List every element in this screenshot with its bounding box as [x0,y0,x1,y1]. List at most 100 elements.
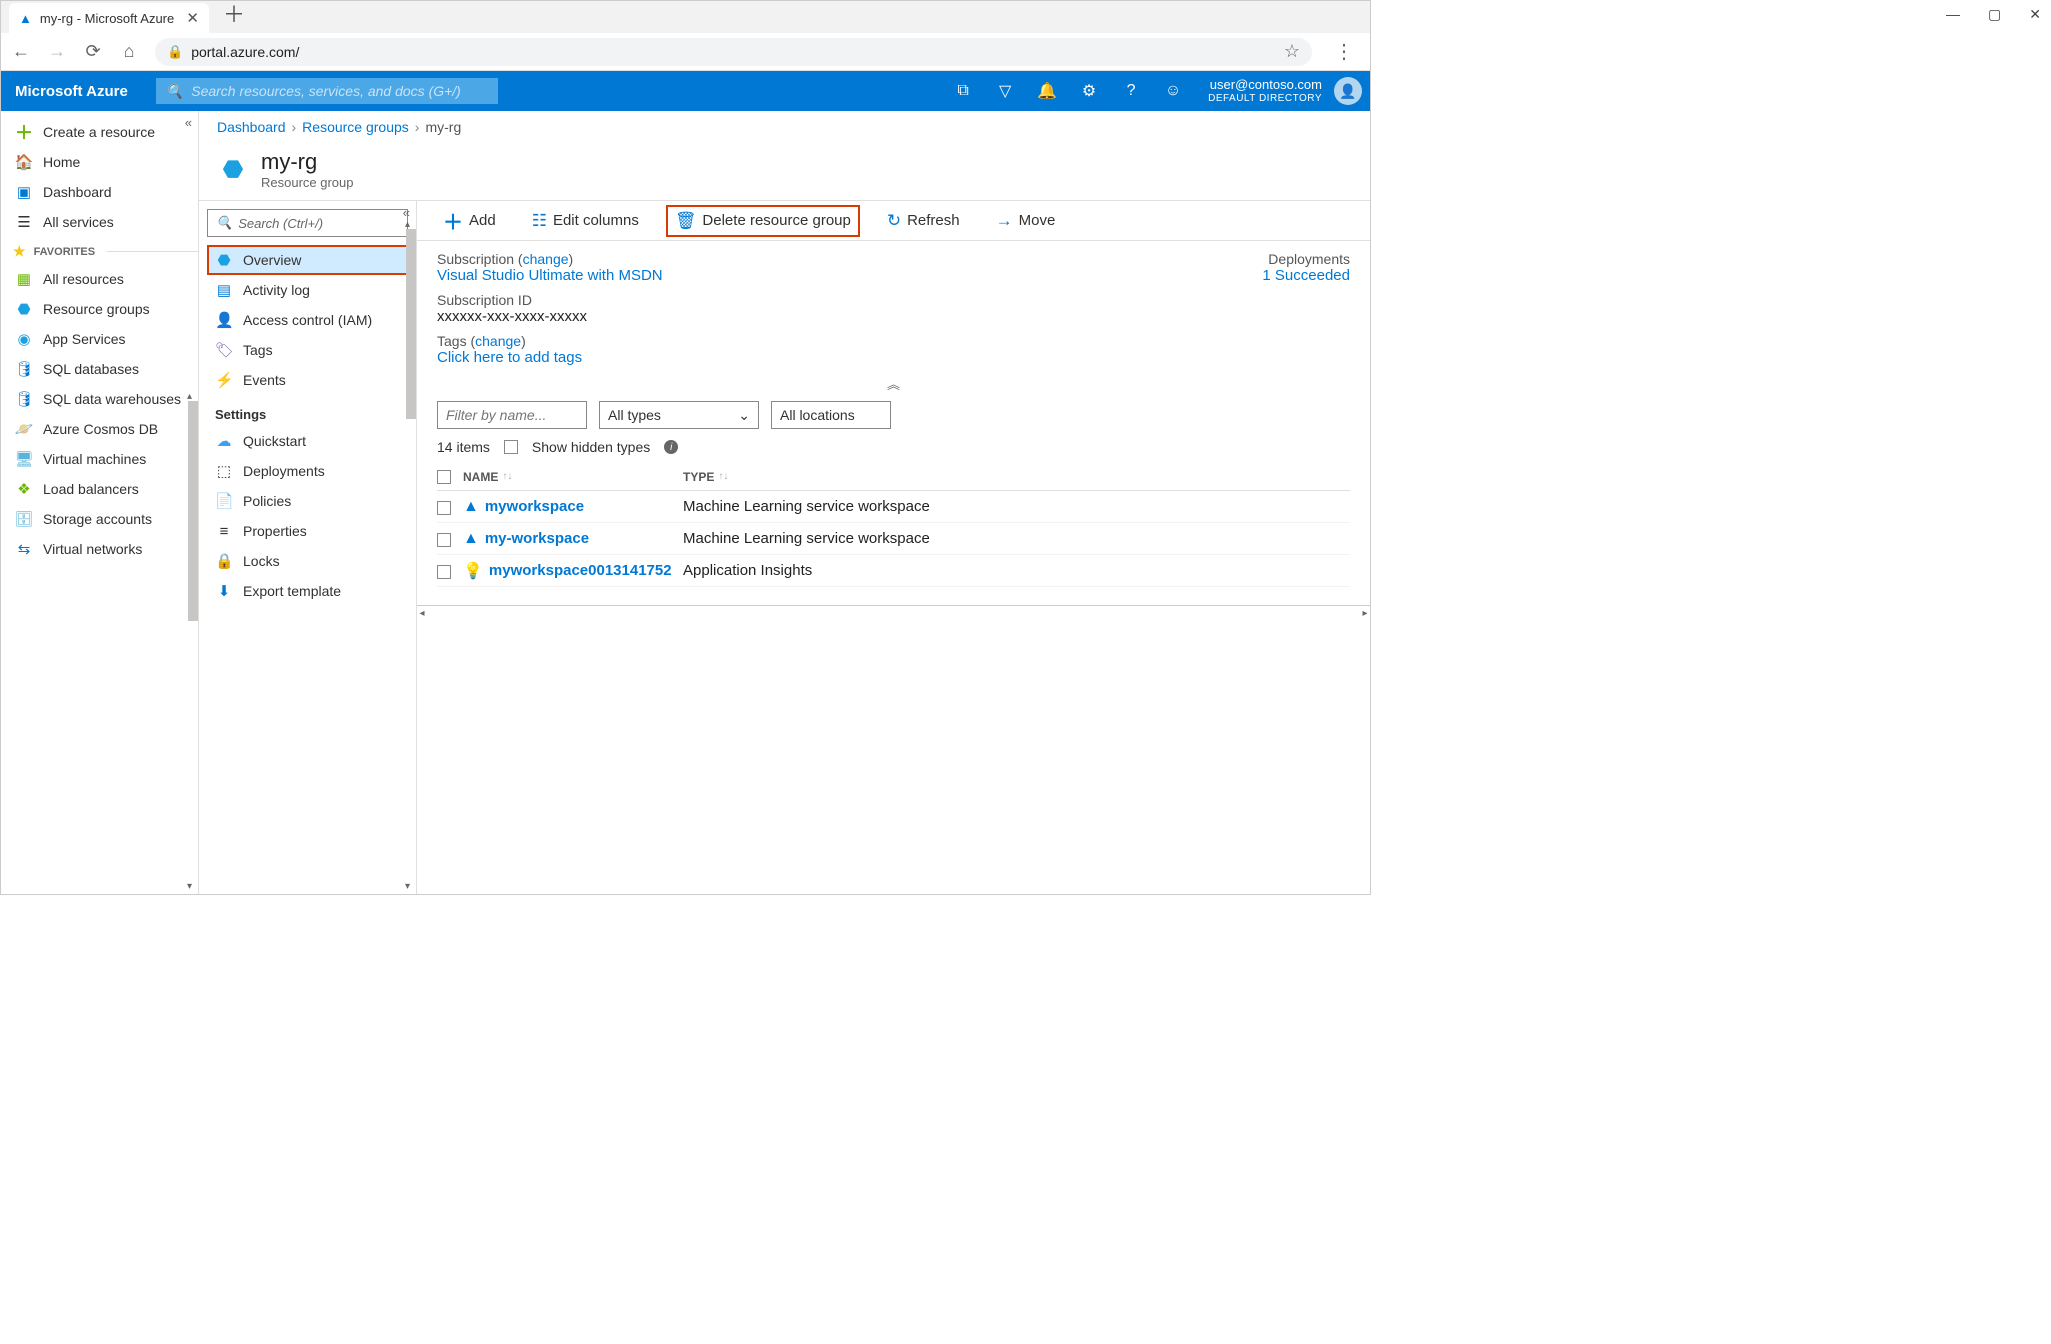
home-button[interactable]: ⌂ [119,41,139,62]
nav-label: SQL databases [43,361,139,377]
cloud-shell-icon[interactable]: ⧉ [942,71,984,111]
sidebar-item[interactable]: ⇆Virtual networks [1,534,198,564]
change-tags-link[interactable]: change [475,333,521,349]
address-bar[interactable]: 🔒 portal.azure.com/ ☆ [155,38,1312,66]
row-checkbox[interactable] [437,501,451,515]
window-close-icon[interactable]: ✕ [2029,6,2041,23]
sidebar-item[interactable]: 🛢SQL data warehouses [1,384,198,414]
all-services-link[interactable]: ☰ All services [1,207,198,237]
service-icon: 🪐 [15,420,33,438]
resource-link[interactable]: ▲myworkspace [463,498,683,516]
blade-item[interactable]: 👤Access control (IAM) [207,305,408,335]
sidebar-item[interactable]: 🖥Virtual machines [1,444,198,474]
sidebar-item[interactable]: 🗄Storage accounts [1,504,198,534]
sidebar-item[interactable]: 🪐Azure Cosmos DB [1,414,198,444]
menu-label: Quickstart [243,433,306,449]
filter-locations-select[interactable]: All locations [771,401,891,429]
resource-link[interactable]: 💡myworkspace0013141752 [463,561,683,581]
bookmark-icon[interactable]: ☆ [1284,41,1300,62]
dashboard-link[interactable]: ▣ Dashboard [1,177,198,207]
help-icon[interactable]: ? [1110,71,1152,111]
select-all-checkbox[interactable] [437,470,451,484]
notifications-icon[interactable]: 🔔 [1026,71,1068,111]
show-hidden-checkbox[interactable] [504,440,518,454]
sidebar-item[interactable]: ▦All resources [1,264,198,294]
change-subscription-link[interactable]: change [523,251,569,267]
collapse-essentials-icon[interactable]: ︽ [417,370,1370,401]
scroll-left-icon[interactable]: ◂ [417,606,427,620]
delete-resource-group-button[interactable]: 🗑Delete resource group [669,208,857,234]
create-resource-link[interactable]: ＋ Create a resource [1,117,198,147]
menu-icon: 🔒 [215,552,233,570]
row-checkbox[interactable] [437,565,451,579]
add-tags-link[interactable]: Click here to add tags [437,349,1350,366]
sidebar-item[interactable]: ❖Load balancers [1,474,198,504]
table-row[interactable]: ▲my-workspace Machine Learning service w… [437,523,1350,555]
new-tab-button[interactable]: ＋ [223,0,245,33]
window-maximize-icon[interactable]: ▢ [1988,6,2001,23]
move-button[interactable]: →Move [990,208,1062,234]
item-count: 14 items [437,439,490,455]
feedback-icon[interactable]: ☺ [1152,71,1194,111]
menu-label: Locks [243,553,280,569]
scrollbar-thumb[interactable] [406,229,416,419]
crumb-resource-groups[interactable]: Resource groups [302,119,409,135]
azure-brand[interactable]: Microsoft Azure [15,83,128,100]
blade-settings-item[interactable]: ⬚Deployments [207,456,408,486]
horizontal-scrollbar[interactable]: ◂ ▸ [417,605,1370,619]
table-row[interactable]: 💡myworkspace0013141752 Application Insig… [437,555,1350,587]
info-icon[interactable]: i [664,440,678,454]
collapse-blade-icon[interactable]: « [403,205,410,220]
col-type[interactable]: TYPE↑↓ [683,470,728,484]
tab-close-icon[interactable]: ✕ [186,9,199,27]
collapse-leftnav-icon[interactable]: « [185,115,192,130]
directory-filter-icon[interactable]: ▽ [984,71,1026,111]
nav-label: Load balancers [43,481,139,497]
subscription-value[interactable]: Visual Studio Ultimate with MSDN [437,267,1350,284]
user-account[interactable]: user@contoso.com DEFAULT DIRECTORY [1194,78,1330,104]
nav-label: Resource groups [43,301,150,317]
blade-settings-item[interactable]: ⬇Export template [207,576,408,606]
home-link[interactable]: 🏠 Home [1,147,198,177]
filter-name-input[interactable] [437,401,587,429]
add-button[interactable]: ＋Add [437,203,502,238]
blade-item[interactable]: ▤Activity log [207,275,408,305]
crumb-dashboard[interactable]: Dashboard [217,119,286,135]
table-row[interactable]: ▲myworkspace Machine Learning service wo… [437,491,1350,523]
window-minimize-icon[interactable]: — [1946,6,1960,23]
blade-search-input[interactable]: 🔍 Search (Ctrl+/) [207,209,408,237]
chevron-right-icon: › [415,119,420,135]
row-checkbox[interactable] [437,533,451,547]
settings-icon[interactable]: ⚙ [1068,71,1110,111]
scrollbar-thumb[interactable] [188,401,198,621]
sidebar-item[interactable]: 🛢SQL databases [1,354,198,384]
breadcrumb: Dashboard › Resource groups › my-rg [199,111,1370,143]
blade-settings-item[interactable]: ≡Properties [207,516,408,546]
blade-settings-item[interactable]: 🔒 Locks [207,546,408,576]
browser-tab[interactable]: ▲ my-rg - Microsoft Azure ✕ [9,3,209,33]
deployments-link[interactable]: 1 Succeeded [1262,267,1350,284]
resource-icon: ▲ [463,498,479,516]
sidebar-item[interactable]: ◉App Services [1,324,198,354]
scroll-down-icon[interactable]: ▾ [187,881,197,892]
resource-link[interactable]: ▲my-workspace [463,530,683,548]
scroll-right-icon[interactable]: ▸ [1360,606,1370,620]
blade-settings-item[interactable]: 📄Policies [207,486,408,516]
sidebar-item[interactable]: ⬣Resource groups [1,294,198,324]
azure-search-input[interactable]: 🔍 Search resources, services, and docs (… [156,78,498,104]
back-button[interactable]: ← [11,41,31,62]
browser-menu-button[interactable]: ⋮ [1328,39,1360,64]
blade-item[interactable]: ⚡Events [207,365,408,395]
settings-heading: Settings [207,395,408,426]
blade-settings-item[interactable]: ☁Quickstart [207,426,408,456]
scroll-down-icon[interactable]: ▾ [405,881,415,892]
blade-item[interactable]: ⬣Overview [207,245,408,275]
filter-types-select[interactable]: All types⌄ [599,401,759,429]
subscription-label: Subscription (change) [437,251,1350,267]
edit-columns-button[interactable]: ☷Edit columns [526,208,645,234]
avatar[interactable]: 👤 [1334,77,1362,105]
refresh-button[interactable]: ↻Refresh [881,208,966,234]
reload-button[interactable]: ⟳ [83,41,103,62]
blade-item[interactable]: 🏷Tags [207,335,408,365]
col-name[interactable]: NAME↑↓ [463,470,683,484]
